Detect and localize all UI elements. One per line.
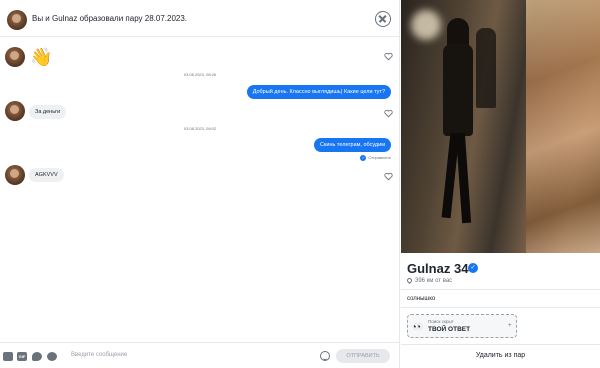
profile-first-name: Gulnaz: [407, 261, 451, 276]
avatar[interactable]: [5, 165, 25, 185]
timestamp: 03.08.2023, 08:26: [183, 72, 217, 77]
sticker-icon[interactable]: [32, 352, 42, 361]
plus-icon: +: [508, 323, 512, 329]
search-goal-value: ТВОЙ ОТВЕТ: [428, 326, 471, 333]
divider: [401, 344, 600, 345]
timestamp: 03.08.2023, 09:02: [183, 126, 217, 131]
message-list: 👋 03.08.2023, 08:26 Добрый день. Классно…: [0, 38, 400, 342]
location-pin-icon: [405, 276, 414, 285]
close-icon[interactable]: [375, 11, 391, 27]
divider: [401, 289, 600, 290]
check-icon: ✓: [360, 155, 367, 161]
hashtag-icon[interactable]: [47, 352, 57, 361]
profile-bio: солнышко: [407, 296, 436, 302]
heart-icon[interactable]: [384, 172, 393, 181]
profile-name: Gulnaz 34: [407, 261, 468, 276]
sent-status-label: Отправлено: [368, 155, 391, 161]
message-input[interactable]: Введите сообщение: [71, 352, 127, 358]
gif-icon[interactable]: GIF: [17, 352, 27, 361]
emoji-icon[interactable]: [320, 351, 330, 361]
incoming-message[interactable]: За деньги: [29, 105, 67, 119]
outgoing-message[interactable]: Добрый день. Классно выглядишь) Какие це…: [246, 85, 391, 99]
heart-icon[interactable]: [384, 109, 393, 118]
profile-age: 34: [453, 261, 469, 276]
avatar[interactable]: [5, 101, 25, 121]
divider: [401, 307, 600, 308]
send-button[interactable]: ОТПРАВИТЬ: [336, 349, 390, 363]
search-goal-card[interactable]: 👀 Поиск скрыт ТВОЙ ОТВЕТ +: [407, 314, 517, 338]
incoming-message[interactable]: AGKVVV: [29, 168, 64, 182]
outgoing-message[interactable]: Скинь телеграм, обсудим: [314, 138, 391, 152]
profile-photo[interactable]: [401, 0, 600, 253]
avatar[interactable]: [5, 47, 25, 67]
avatar[interactable]: [7, 10, 27, 30]
photo-icon[interactable]: [3, 352, 13, 361]
eyes-icon: 👀: [413, 322, 423, 331]
wave-emoji-message: 👋: [30, 47, 53, 67]
search-goal-label: Поиск скрыт: [428, 319, 454, 324]
profile-panel: Gulnaz 34 ✓ 396 км от вас солнышко 👀 Пои…: [401, 0, 600, 368]
sent-status: ✓ Отправлено: [360, 155, 391, 161]
distance: 396 км от вас: [405, 276, 453, 285]
verified-icon: ✓: [468, 263, 478, 273]
heart-icon[interactable]: [384, 52, 393, 61]
chat-panel: Вы и Gulnaz образовали пару 28.07.2023. …: [0, 0, 400, 368]
remove-match-button[interactable]: Удалить из пар: [401, 352, 600, 359]
match-title: Вы и Gulnaz образовали пару 28.07.2023.: [32, 14, 188, 23]
chat-header: Вы и Gulnaz образовали пару 28.07.2023.: [0, 0, 400, 37]
message-composer: GIF Введите сообщение ОТПРАВИТЬ: [0, 342, 400, 368]
distance-label: 396 км от вас: [415, 278, 453, 285]
